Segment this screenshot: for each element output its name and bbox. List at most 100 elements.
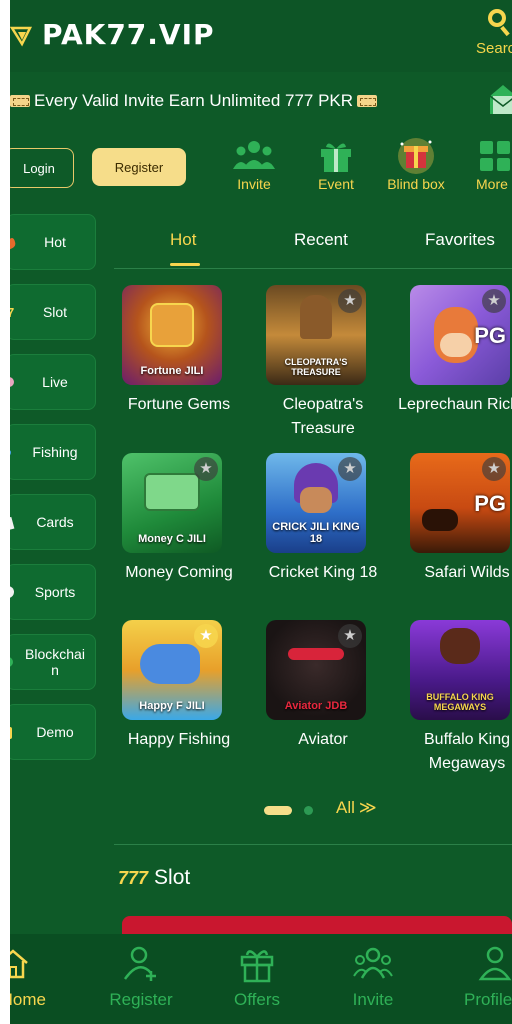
register-button[interactable]: Register (92, 148, 186, 186)
tab-recent[interactable]: Recent (294, 230, 348, 250)
game-card[interactable]: ★ PG Leprechaun Riches (394, 285, 512, 445)
game-card[interactable]: ★ Happy F JILI Happy Fishing (106, 620, 252, 780)
profile-icon (478, 946, 512, 981)
game-card[interactable]: ★ Money C JILI Money Coming (106, 453, 252, 613)
game-name: Fortune Gems (127, 396, 231, 413)
search-label: Search (476, 40, 512, 57)
category-label: Fishing (32, 444, 78, 460)
game-card[interactable]: Fortune JILI Fortune Gems (106, 285, 252, 445)
game-card[interactable]: ★ CRICK JILI KING 18 Cricket King 18 (250, 453, 396, 613)
quick-blind-box[interactable]: Blind box (376, 136, 456, 200)
quick-event[interactable]: Event (296, 136, 376, 200)
view-all-link[interactable]: All ≫ (336, 798, 377, 818)
category-label: Slot (42, 304, 68, 320)
game-card[interactable]: ★ CLEOPATRA'S TREASURE Cleopatra's Treas… (250, 285, 396, 445)
quick-invite[interactable]: Invite (214, 136, 294, 200)
game-name: Cleopatra's Treasure (282, 396, 364, 437)
category-blockchain[interactable]: Blockchai n (10, 634, 96, 690)
nav-home-label: Home (10, 990, 46, 1009)
search-button[interactable]: Search (476, 4, 512, 60)
game-thumbnail: BUFFALO KING MEGAWAYS (410, 620, 510, 720)
favorite-star-icon[interactable]: ★ (338, 289, 362, 313)
pager-dot[interactable] (304, 806, 313, 815)
quick-more[interactable]: More (464, 136, 512, 200)
quick-blind-box-label: Blind box (387, 176, 445, 192)
announcement-marquee[interactable]: Every Valid Invite Earn Unlimited 777 PK… (10, 80, 512, 122)
divider (114, 268, 512, 269)
favorite-star-icon[interactable]: ★ (194, 457, 218, 481)
mail-icon[interactable] (488, 82, 512, 116)
favorite-star-icon[interactable]: ★ (482, 289, 506, 313)
fishing-icon (10, 442, 21, 462)
game-thumbnail: ★ CRICK JILI KING 18 (266, 453, 366, 553)
announcement-text: Every Valid Invite Earn Unlimited 777 PK… (34, 91, 354, 110)
invite-icon (353, 947, 393, 979)
game-art-title: Aviator JDB (284, 700, 348, 712)
hot-icon (10, 232, 21, 252)
game-thumbnail: ★ Aviator JDB (266, 620, 366, 720)
login-button[interactable]: Login (10, 148, 74, 188)
nav-profile[interactable]: Profile (458, 944, 512, 1010)
nav-offers[interactable]: Offers (212, 944, 302, 1010)
favorite-star-icon[interactable]: ★ (338, 457, 362, 481)
nav-home[interactable]: Home (10, 944, 54, 1010)
brand-logo[interactable]: PAK77.VIP (10, 18, 215, 51)
game-art-title: BUFFALO KING MEGAWAYS (426, 692, 494, 712)
brand-name: PAK77.VIP (42, 18, 215, 51)
nav-profile-label: Profile (464, 990, 512, 1009)
category-label: Hot (44, 234, 66, 250)
category-demo[interactable]: Demo (10, 704, 96, 760)
favorite-star-icon[interactable]: ★ (194, 624, 218, 648)
game-name: Safari Wilds (424, 564, 510, 581)
game-card[interactable]: ★ PG Safari Wilds (394, 453, 512, 613)
nav-offers-label: Offers (234, 990, 280, 1009)
gift-icon (240, 950, 274, 983)
quick-invite-label: Invite (237, 176, 271, 192)
category-label: Sports (34, 584, 76, 600)
game-art-title: CLEOPATRA'S TREASURE (284, 357, 348, 377)
category-hot[interactable]: Hot (10, 214, 96, 270)
logo-icon (10, 26, 33, 47)
category-label: Cards (36, 514, 74, 530)
tab-hot[interactable]: Hot (170, 230, 196, 250)
slot-icon: 7 (10, 302, 21, 322)
ticket-icon (10, 95, 30, 107)
pager-dot-active[interactable] (264, 806, 292, 815)
game-name: Money Coming (125, 564, 233, 581)
sports-icon (10, 582, 21, 602)
provider-badge: PG (474, 491, 506, 516)
home-icon (10, 949, 28, 979)
game-name: Happy Fishing (127, 731, 231, 748)
nav-invite-label: Invite (352, 990, 394, 1009)
cards-icon (10, 512, 21, 532)
invite-icon (233, 141, 275, 169)
game-name: Cricket King 18 (268, 564, 378, 581)
slot-777-icon: 777 (118, 867, 149, 888)
favorite-star-icon[interactable]: ★ (482, 457, 506, 481)
game-card[interactable]: BUFFALO KING MEGAWAYS Buffalo King Megaw… (394, 620, 512, 780)
nav-register[interactable]: Register (96, 944, 186, 1010)
add-user-icon (123, 946, 156, 981)
category-slot[interactable]: 7 Slot (10, 284, 96, 340)
category-cards[interactable]: Cards (10, 494, 96, 550)
app-screen: PAK77.VIP Search Every Valid Invite Earn… (10, 0, 512, 1024)
quick-event-label: Event (318, 176, 354, 192)
category-fishing[interactable]: Fishing (10, 424, 96, 480)
demo-icon (10, 722, 21, 742)
favorite-star-icon[interactable]: ★ (338, 624, 362, 648)
nav-register-label: Register (109, 990, 173, 1009)
game-name: Aviator (298, 731, 348, 748)
view-all-label: All (336, 798, 355, 817)
category-label: Demo (36, 724, 74, 740)
game-card[interactable]: ★ Aviator JDB Aviator (250, 620, 396, 780)
nav-invite[interactable]: Invite (328, 944, 418, 1010)
game-art-title: Fortune JILI (140, 365, 204, 377)
search-icon (488, 9, 510, 37)
tab-favorites[interactable]: Favorites (425, 230, 495, 250)
category-live[interactable]: Live (10, 354, 96, 410)
active-tab-indicator (170, 263, 200, 266)
category-sports[interactable]: Sports (10, 564, 96, 620)
game-thumbnail: ★ Money C JILI (122, 453, 222, 553)
gift-icon (321, 143, 351, 172)
game-thumbnail: ★ PG (410, 285, 510, 385)
